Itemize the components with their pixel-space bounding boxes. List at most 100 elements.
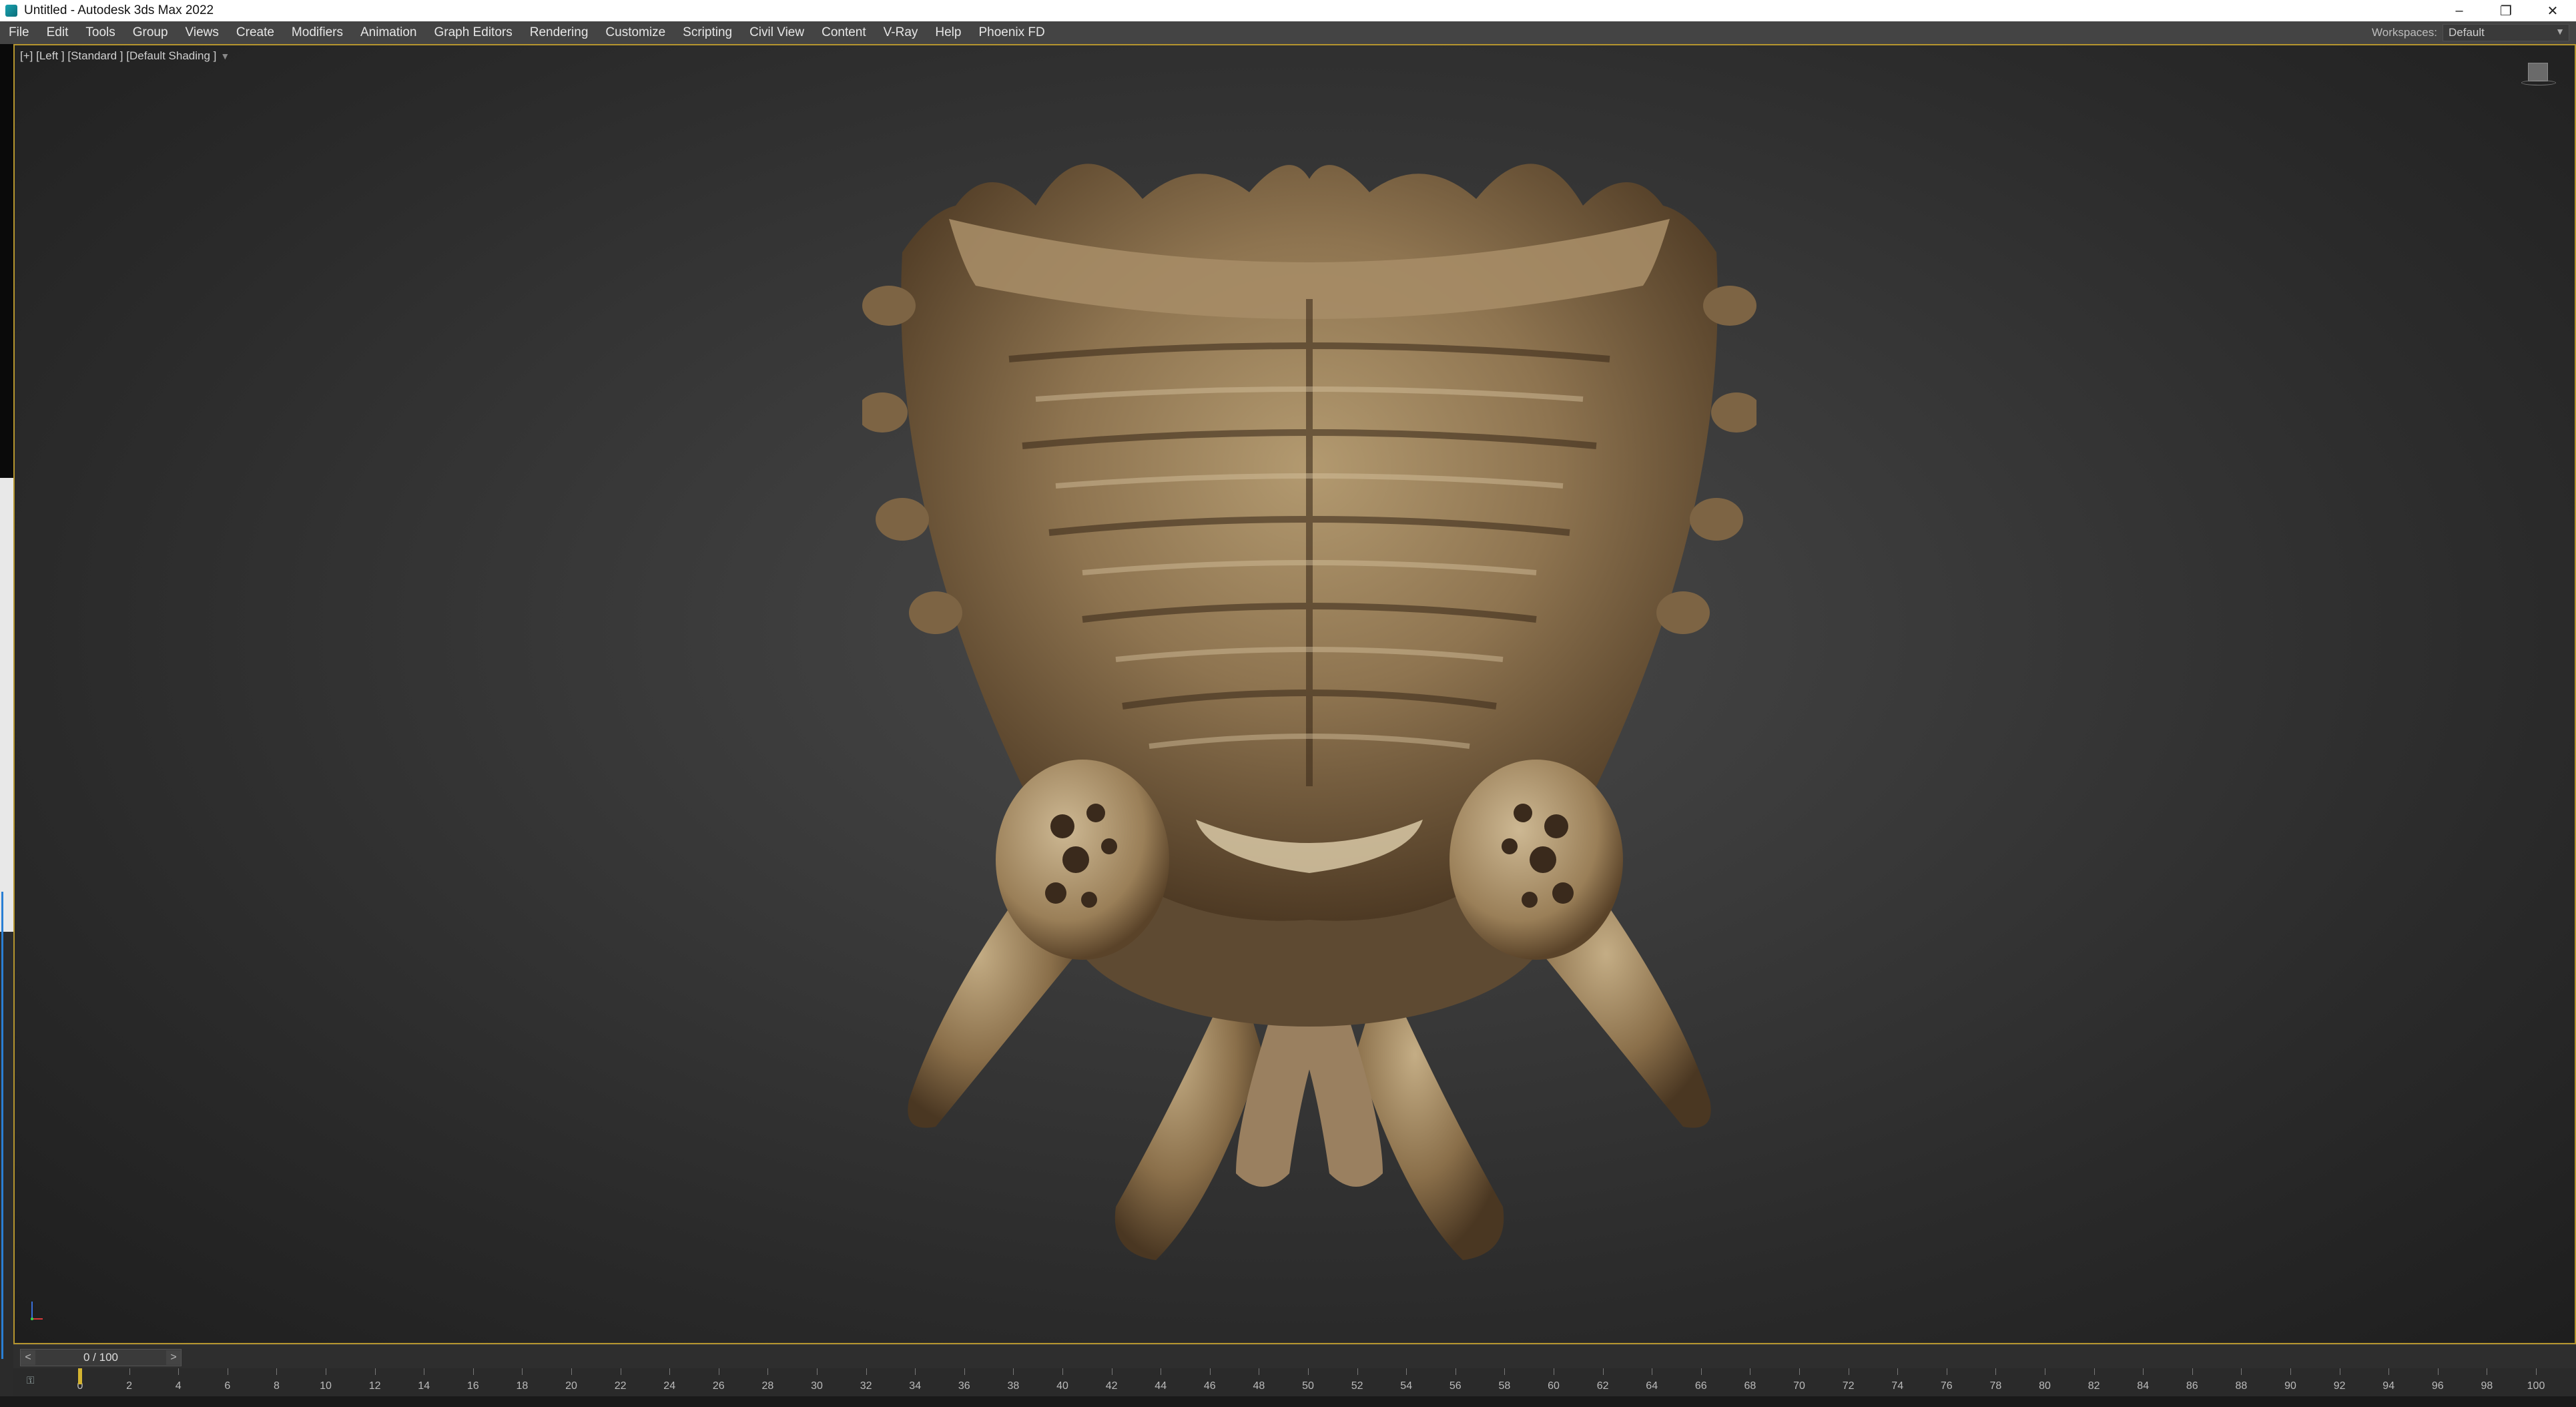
ruler-tick-label: 74 (1891, 1380, 1904, 1392)
ruler-tick-label: 78 (1989, 1380, 2002, 1392)
menu-customize[interactable]: Customize (597, 21, 674, 44)
ruler-tick-label: 26 (712, 1380, 725, 1392)
taskbar-sliver (0, 1396, 2576, 1407)
menu-phoenix-fd[interactable]: Phoenix FD (970, 21, 1053, 44)
ruler-tick (1897, 1368, 1899, 1375)
ruler-tick-label: 14 (418, 1380, 430, 1392)
ruler-tick (866, 1368, 867, 1375)
ruler-tick-label: 80 (2039, 1380, 2051, 1392)
ruler-tick (817, 1368, 818, 1375)
ruler-tick-label: 8 (273, 1380, 280, 1392)
left-edge-light-region (0, 478, 13, 932)
ruler-tick (2536, 1368, 2537, 1375)
minimize-button[interactable]: – (2436, 0, 2483, 21)
menu-help[interactable]: Help (926, 21, 970, 44)
filter-icon[interactable]: ▼ (220, 51, 231, 61)
left-edge-panel (0, 44, 13, 1407)
ruler-tick-label: 82 (2087, 1380, 2100, 1392)
menu-edit[interactable]: Edit (38, 21, 77, 44)
creature-model[interactable] (862, 132, 1756, 1307)
viewport-label[interactable]: [+] [Left ] [Standard ] [Default Shading… (20, 49, 216, 63)
ruler-tick-label: 70 (1793, 1380, 1805, 1392)
title-bar: Untitled - Autodesk 3ds Max 2022 – ❐ ✕ (0, 0, 2576, 21)
workspace-value: Default (2449, 26, 2485, 39)
window-title: Untitled - Autodesk 3ds Max 2022 (24, 3, 214, 17)
ruler-tick-label: 24 (663, 1380, 676, 1392)
ruler-tick (767, 1368, 769, 1375)
ruler-tick-label: 60 (1548, 1380, 1560, 1392)
menu-file[interactable]: File (0, 21, 38, 44)
ruler-tick (374, 1368, 376, 1375)
ruler-tick-label: 86 (2186, 1380, 2198, 1392)
ruler-tick (1308, 1368, 1309, 1375)
ruler-tick-label: 28 (761, 1380, 774, 1392)
ruler-tick-label: 4 (175, 1380, 182, 1392)
ruler-tick (571, 1368, 572, 1375)
prev-frame-button[interactable]: < (21, 1350, 35, 1365)
time-slider-track[interactable]: < 0 / 100 > (20, 1349, 182, 1366)
ruler-tick (1062, 1368, 1063, 1375)
ruler-tick-label: 64 (1646, 1380, 1658, 1392)
menu-animation[interactable]: Animation (352, 21, 426, 44)
menu-graph-editors[interactable]: Graph Editors (426, 21, 521, 44)
next-frame-button[interactable]: > (166, 1350, 181, 1365)
3ds-max-icon (5, 5, 17, 17)
ruler-tick-label: 50 (1302, 1380, 1314, 1392)
menu-vray[interactable]: V-Ray (875, 21, 927, 44)
ruler-tick (1013, 1368, 1014, 1375)
ruler-tick-label: 54 (1400, 1380, 1413, 1392)
workspaces-label: Workspaces: (2372, 26, 2437, 39)
left-edge-dark-region (0, 44, 13, 478)
ruler-tick-label: 34 (909, 1380, 922, 1392)
menu-scripting[interactable]: Scripting (674, 21, 741, 44)
playhead[interactable] (78, 1368, 82, 1384)
ruler-tick (2241, 1368, 2242, 1375)
menu-views[interactable]: Views (177, 21, 228, 44)
ruler-tick-label: 36 (958, 1380, 970, 1392)
key-mode-icon[interactable]: ⚿ (27, 1375, 53, 1390)
frame-ruler[interactable]: 0 2 4 6 8 10 12 14 16 18 20 22 24 26 28 30 32 34 36 38 40 42 4… (77, 1368, 2545, 1396)
ruler-tick-label: 2 (126, 1380, 133, 1392)
viewcube-face[interactable] (2528, 63, 2548, 81)
ruler-tick-label: 92 (2333, 1380, 2346, 1392)
ruler-tick-label: 90 (2284, 1380, 2296, 1392)
ruler-tick-label: 52 (1351, 1380, 1363, 1392)
ruler-tick-label: 18 (516, 1380, 529, 1392)
left-edge-accent (1, 892, 3, 1359)
viewcube-icon[interactable] (2521, 59, 2556, 87)
ruler-tick (2094, 1368, 2095, 1375)
ruler-tick (1209, 1368, 1211, 1375)
menu-civil-view[interactable]: Civil View (741, 21, 813, 44)
ruler-tick-label: 20 (565, 1380, 577, 1392)
viewport-label-menu[interactable]: [+] [Left ] [Standard ] [Default Shading… (20, 49, 231, 63)
ruler-tick (2143, 1368, 2144, 1375)
restore-button[interactable]: ❐ (2483, 0, 2529, 21)
workspace-dropdown[interactable]: Default ▼ (2443, 24, 2569, 41)
ruler-tick-label: 46 (1203, 1380, 1216, 1392)
left-viewport[interactable]: [+] [Left ] [Standard ] [Default Shading… (13, 44, 2576, 1344)
menu-modifiers[interactable]: Modifiers (283, 21, 352, 44)
ruler-tick-label: 6 (224, 1380, 231, 1392)
ruler-tick (1406, 1368, 1407, 1375)
track-bar[interactable]: ⚿ 0 2 4 6 8 10 12 14 16 18 20 22 24 26 28 30 32 34 36 38 40 4… (13, 1368, 2576, 1396)
ruler-tick-label: 88 (2235, 1380, 2248, 1392)
ruler-tick (522, 1368, 523, 1375)
menu-create[interactable]: Create (228, 21, 283, 44)
ruler-tick (129, 1368, 130, 1375)
frame-readout[interactable]: 0 / 100 (35, 1351, 166, 1364)
ruler-tick-label: 76 (1940, 1380, 1953, 1392)
ruler-tick (2290, 1368, 2291, 1375)
ruler-tick-label: 48 (1253, 1380, 1265, 1392)
close-button[interactable]: ✕ (2529, 0, 2576, 21)
workspace-selector: Workspaces: Default ▼ (2372, 21, 2569, 44)
ruler-tick-label: 10 (320, 1380, 332, 1392)
ruler-tick (178, 1368, 180, 1375)
viewcube-ring[interactable] (2521, 80, 2556, 85)
menu-group[interactable]: Group (124, 21, 177, 44)
menu-content[interactable]: Content (813, 21, 875, 44)
ruler-tick (1602, 1368, 1604, 1375)
menu-tools[interactable]: Tools (77, 21, 123, 44)
menu-rendering[interactable]: Rendering (521, 21, 597, 44)
ruler-tick (1700, 1368, 1702, 1375)
window-controls: – ❐ ✕ (2436, 0, 2576, 21)
